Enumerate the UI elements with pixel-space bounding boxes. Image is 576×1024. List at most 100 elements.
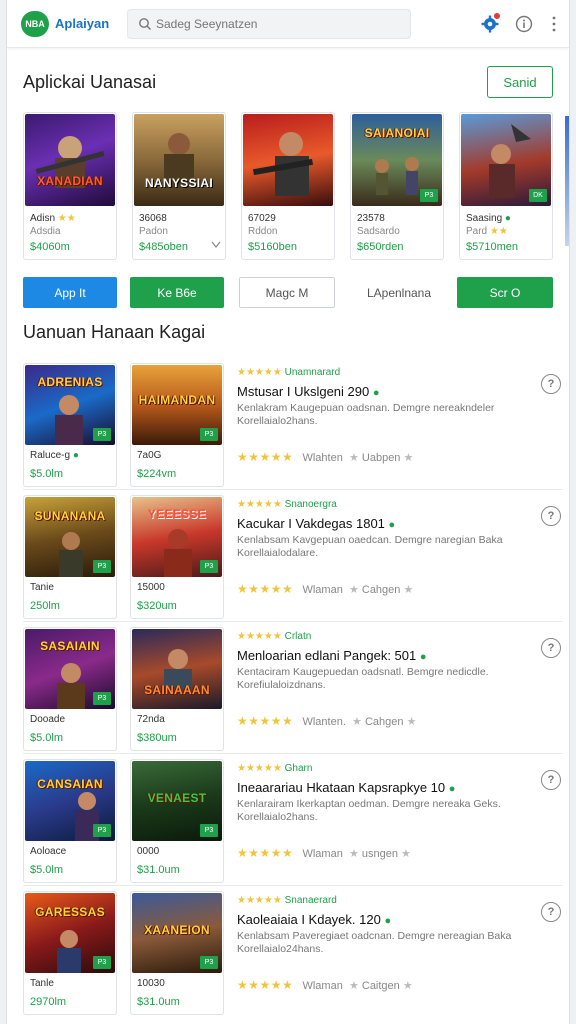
game-art: SAINAAAN xyxy=(132,629,222,709)
top-bar: NBA Aplaiyan xyxy=(7,0,569,48)
chip-app[interactable]: App It xyxy=(23,277,117,308)
card-name: 7a0G xyxy=(137,450,162,461)
app-window: NBA Aplaiyan Sadeg Seeynatzen Aplickai U… xyxy=(6,0,570,1024)
verified-icon: ● xyxy=(372,387,380,399)
mini-card[interactable]: SASAIAIN P3 Dooade $5.0lm xyxy=(23,627,117,751)
info-button[interactable]: ? xyxy=(541,638,561,658)
chevron-down-icon[interactable] xyxy=(211,241,221,249)
list-item[interactable]: GARESSAS P3 Tanle 2970lm XAANEION P3 100… xyxy=(23,888,563,1018)
logo-badge[interactable]: NBA xyxy=(21,11,49,37)
card-price: 2970lm xyxy=(30,996,67,1008)
card-name: Raluce-g ● xyxy=(30,450,79,461)
card-price: $5.0lm xyxy=(30,732,64,744)
list-item[interactable]: ADRENIAS P3 Raluce-g ● $5.0lm HAIMANDAN … xyxy=(23,360,563,490)
featured-card[interactable]: 67029 Rddon $5160ben xyxy=(241,112,335,260)
verified-icon: ● xyxy=(384,915,392,927)
item-footer: ★★★★★ Wlahten ★ Uabpen ★ xyxy=(237,450,414,464)
item-description: Kentaciram Kaugepuedan oadsnatl. Bemgre … xyxy=(237,666,489,691)
item-details: ★★★★★ Crlatn Menloarian edlani Pangek: 5… xyxy=(237,631,547,728)
card-name: 10030 xyxy=(137,978,165,989)
card-name: 23578 xyxy=(357,213,385,224)
game-art-title: YEEESSE xyxy=(147,507,207,521)
item-meta: ★★★★★ Snanoergra xyxy=(237,499,337,510)
card-name: Tanie xyxy=(30,582,54,593)
game-art-title: CANSAIAN xyxy=(37,777,103,791)
card-price: $224vm xyxy=(137,468,177,480)
info-button[interactable]: ? xyxy=(541,374,561,394)
rating-stars: ★★★★★ xyxy=(237,450,294,464)
more-menu-button[interactable] xyxy=(543,13,565,35)
character-art xyxy=(252,132,314,196)
item-title[interactable]: Mstusar I Ukslgeni 290 ● xyxy=(237,384,547,400)
mini-card[interactable]: VENAEST P3 0000 $31.0um xyxy=(130,759,224,883)
chip-lapenlnana[interactable]: LApenlnana xyxy=(349,277,449,308)
card-subtitle: Sadsardo xyxy=(357,226,400,237)
star-icon: ★ xyxy=(348,452,359,464)
platform-badge: DK xyxy=(529,189,547,202)
mini-card[interactable]: SAINAAAN 72nda $380um xyxy=(130,627,224,751)
featured-card[interactable]: XANADIAN Adisn ★★ Adsdia $4060m xyxy=(23,112,117,260)
featured-card[interactable]: DK Saasing ● Pard ★★ $5710men xyxy=(459,112,553,260)
game-art-title: VENAEST xyxy=(147,791,207,805)
mini-card[interactable]: HAIMANDAN P3 7a0G $224vm xyxy=(130,363,224,487)
card-name: Dooade xyxy=(30,714,66,725)
item-description: Kenlabsam Paveregiaet oadcnan. Demgre ne… xyxy=(237,930,512,955)
item-footer: ★★★★★ Wlaman ★ Cahgen ★ xyxy=(237,582,414,596)
mini-card[interactable]: ADRENIAS P3 Raluce-g ● $5.0lm xyxy=(23,363,117,487)
item-title[interactable]: Menloarian edlani Pangek: 501 ● xyxy=(237,648,547,664)
featured-card[interactable]: NANYSSIAI 36068 Padon $485oben xyxy=(132,112,226,260)
featured-card[interactable]: SAIANOIAI P3 23578 Sadsardo $650rden xyxy=(350,112,444,260)
platform-badge: P3 xyxy=(93,428,111,441)
game-art: NANYSSIAI xyxy=(134,114,224,206)
game-art: SASAIAIN P3 xyxy=(25,629,115,709)
item-description: Kenlakram Kaugepuan oadsnan. Demgre nere… xyxy=(237,402,495,427)
platform-badge: P3 xyxy=(93,692,111,705)
more-vertical-icon xyxy=(552,16,556,32)
mini-card[interactable]: CANSAIAN P3 Aoloace $5.0lm xyxy=(23,759,117,883)
item-details: ★★★★★ Gharn Ineaarariau Hkataan Kapsrapk… xyxy=(237,763,547,860)
item-footer: ★★★★★ Wlaman ★ Caitgen ★ xyxy=(237,978,413,992)
item-title[interactable]: Kaoleaiaia I Kdayek. 120 ● xyxy=(237,912,547,928)
see-all-button[interactable]: Sanid xyxy=(487,66,553,98)
chip-scr[interactable]: Scr O xyxy=(457,277,553,308)
game-art-title: XAANEION xyxy=(144,923,210,937)
card-subtitle: Rddon xyxy=(248,226,278,237)
game-art-title: GARESSAS xyxy=(35,905,105,919)
app-name[interactable]: Aplaiyan xyxy=(55,16,109,31)
game-art: HAIMANDAN P3 xyxy=(132,365,222,445)
mini-card[interactable]: YEEESSE P3 15000 $320um xyxy=(130,495,224,619)
chip-ke[interactable]: Ke B6e xyxy=(130,277,224,308)
search-box[interactable] xyxy=(127,9,411,39)
info-button[interactable]: ? xyxy=(541,770,561,790)
card-name: Saasing ● xyxy=(466,213,511,224)
game-art: SAIANOIAI P3 xyxy=(352,114,442,206)
item-footer: ★★★★★ Wlanten. ★ Cahgen ★ xyxy=(237,714,417,728)
chip-magc[interactable]: Magc M xyxy=(239,277,335,308)
list-item[interactable]: CANSAIAN P3 Aoloace $5.0lm VENAEST P3 00… xyxy=(23,756,563,886)
item-title[interactable]: Ineaarariau Hkataan Kapsrapkye 10 ● xyxy=(237,780,547,796)
card-price: $31.0um xyxy=(137,996,180,1008)
mini-card[interactable]: SUNANANA P3 Tanie 250lm xyxy=(23,495,117,619)
rating-stars: ★★★★★ xyxy=(237,763,282,774)
list-item[interactable]: SUNANANA P3 Tanie 250lm YEEESSE P3 15000… xyxy=(23,492,563,622)
info-button[interactable]: ? xyxy=(541,506,561,526)
search-input[interactable] xyxy=(156,14,396,34)
verified-icon: ● xyxy=(448,783,456,795)
rating-stars: ★★★★★ xyxy=(237,846,294,860)
info-button[interactable]: ? xyxy=(541,902,561,922)
platform-badge: P3 xyxy=(420,189,438,202)
mini-card[interactable]: XAANEION P3 10030 $31.0um xyxy=(130,891,224,1015)
item-title[interactable]: Kacukar I Vakdegas 1801 ● xyxy=(237,516,547,532)
card-price: $5160ben xyxy=(248,241,297,253)
platform-badge: P3 xyxy=(200,824,218,837)
star-icon: ★ xyxy=(348,848,359,860)
game-art: GARESSAS P3 xyxy=(25,893,115,973)
mini-card[interactable]: GARESSAS P3 Tanle 2970lm xyxy=(23,891,117,1015)
platform-badge: P3 xyxy=(93,560,111,573)
rating-stars: ★★ xyxy=(57,213,76,224)
card-price: $320um xyxy=(137,600,177,612)
settings-button[interactable] xyxy=(479,12,501,35)
help-button[interactable] xyxy=(513,13,535,35)
list-item[interactable]: SASAIAIN P3 Dooade $5.0lm SAINAAAN 72nda… xyxy=(23,624,563,754)
character-art xyxy=(164,133,194,188)
